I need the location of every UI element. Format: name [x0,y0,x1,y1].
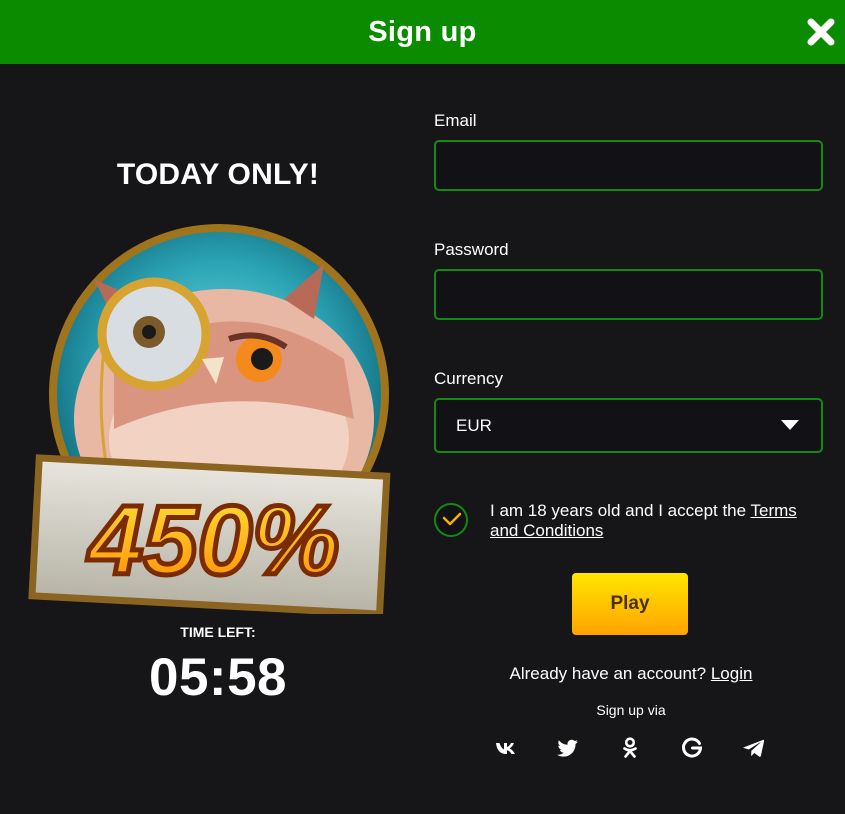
account-text: Already have an account? [509,664,711,683]
time-left-label: TIME LEFT: [180,624,256,640]
odnoklassniki-icon[interactable] [618,736,642,760]
modal-title: Sign up [368,15,477,48]
promo-panel: TODAY ONLY! 450% TIME LEFT: 05:58 [0,64,430,814]
countdown-timer: 05:58 [148,648,288,707]
chevron-down-icon [781,420,799,430]
close-icon[interactable] [806,17,836,47]
currency-select[interactable]: EUR [434,398,823,453]
password-label: Password [434,240,509,259]
currency-value: EUR [456,415,492,435]
login-link[interactable]: Login [711,664,753,683]
password-field[interactable] [434,269,823,320]
email-field[interactable] [434,140,823,191]
check-icon [442,512,462,526]
owl-promo-image: 450% [28,224,391,614]
bonus-percent: 450% [87,485,340,595]
signup-via-label: Sign up via [596,702,666,718]
social-login-row [494,736,774,760]
terms-text: I am 18 years old and I accept the Terms… [490,501,820,541]
login-row: Already have an account? Login [434,664,828,684]
twitter-icon[interactable] [556,736,580,760]
telegram-icon[interactable] [742,736,766,760]
promo-headline: TODAY ONLY! [116,158,320,191]
terms-row: I am 18 years old and I accept the Terms… [434,501,828,549]
play-button[interactable]: Play [572,573,688,635]
terms-checkbox[interactable] [434,503,468,537]
currency-label: Currency [434,369,503,388]
modal-header: Sign up [0,0,845,64]
google-icon[interactable] [680,736,704,760]
terms-prefix: I am 18 years old and I accept the [490,501,751,520]
email-label: Email [434,111,477,130]
vk-icon[interactable] [494,736,518,760]
